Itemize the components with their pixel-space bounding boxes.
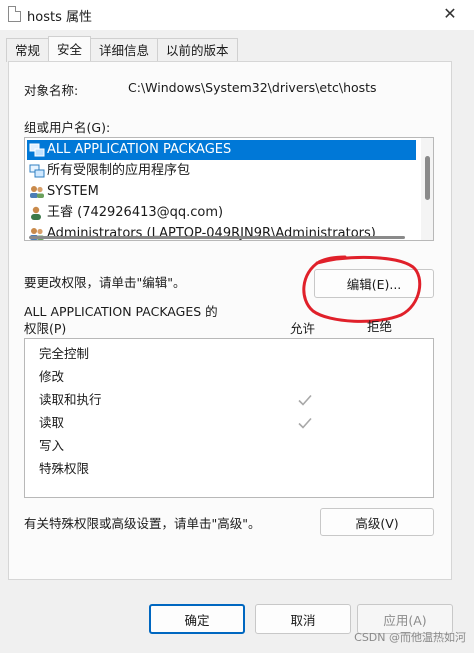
list-item-label: 所有受限制的应用程序包	[47, 163, 191, 178]
ok-button[interactable]: 确定	[149, 604, 245, 634]
tab-previous-versions[interactable]: 以前的版本	[157, 38, 238, 62]
permission-row: 特殊权限	[39, 461, 90, 476]
tab-general[interactable]: 常规	[6, 38, 50, 62]
permission-row: 读取	[39, 415, 65, 430]
tab-details[interactable]: 详细信息	[90, 38, 159, 62]
permission-row: 写入	[39, 438, 65, 453]
permission-row: 修改	[39, 369, 65, 384]
list-item-label: SYSTEM	[47, 184, 99, 199]
edit-prompt: 要更改权限，请单击"编辑"。	[24, 275, 186, 290]
annotation-circle-icon	[302, 255, 422, 323]
list-item-label: 王睿 (742926413@qq.com)	[47, 205, 224, 220]
advanced-prompt: 有关特殊权限或高级设置，请单击"高级"。	[24, 516, 261, 531]
list-item[interactable]: SYSTEM	[27, 182, 99, 202]
tab-strip: 常规 安全 详细信息 以前的版本	[6, 36, 238, 62]
cancel-button[interactable]: 取消	[255, 604, 351, 634]
groups-label: 组或用户名(G):	[24, 120, 111, 135]
users-group-icon	[30, 186, 44, 198]
check-icon	[298, 417, 312, 429]
packages-icon	[29, 164, 45, 178]
file-icon	[8, 6, 21, 22]
list-item[interactable]: 王睿 (742926413@qq.com)	[27, 203, 223, 223]
scrollbar-thumb[interactable]	[29, 236, 405, 239]
column-allow: 允许	[290, 321, 316, 336]
user-icon	[31, 206, 41, 220]
object-name-value: C:\Windows\System32\drivers\etc\hosts	[128, 80, 377, 95]
horizontal-scrollbar[interactable]	[25, 234, 421, 240]
check-icon	[298, 394, 312, 406]
permission-row: 完全控制	[39, 346, 90, 361]
window-title: hosts 属性	[27, 10, 92, 25]
watermark: CSDN @而他温热如河	[354, 631, 466, 644]
packages-icon	[29, 143, 45, 157]
advanced-button[interactable]: 高级(V)	[320, 508, 434, 536]
list-item-label: ALL APPLICATION PACKAGES	[47, 142, 232, 157]
permissions-list: 完全控制 修改 读取和执行 读取 写入 特殊权限	[24, 338, 434, 498]
list-item[interactable]: 所有受限制的应用程序包	[27, 161, 190, 181]
vertical-scrollbar[interactable]	[421, 138, 433, 240]
list-item[interactable]: ALL APPLICATION PACKAGES	[27, 140, 416, 160]
column-deny: 拒绝	[367, 319, 393, 334]
permissions-title-line2: 权限(P)	[24, 321, 67, 336]
title-bar: hosts 属性 ✕	[0, 0, 474, 30]
object-name-label: 对象名称:	[24, 83, 79, 98]
scrollbar-thumb[interactable]	[425, 156, 430, 200]
close-button[interactable]: ✕	[440, 4, 460, 24]
permission-row: 读取和执行	[39, 392, 102, 407]
groups-listbox[interactable]: ALL APPLICATION PACKAGES 所有受限制的应用程序包 SYS…	[24, 137, 434, 241]
tab-security[interactable]: 安全	[48, 36, 92, 62]
